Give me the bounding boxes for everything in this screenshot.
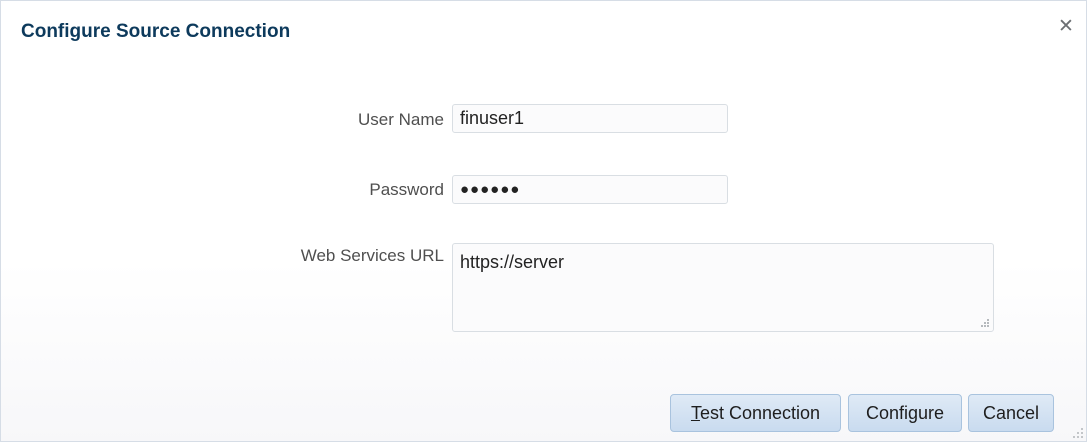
test-connection-label: est Connection: [699, 403, 821, 423]
cancel-button[interactable]: Cancel: [968, 394, 1054, 432]
password-label: Password: [369, 180, 444, 199]
textarea-resize-grip-icon[interactable]: [979, 317, 989, 327]
test-connection-mnemonic: T: [690, 403, 700, 423]
web-services-url-value: https://server: [460, 252, 565, 272]
web-services-url-label: Web Services URL: [300, 246, 444, 265]
close-icon[interactable]: ✕: [1056, 17, 1076, 37]
password-input[interactable]: ●●●●●●: [452, 175, 728, 204]
user-name-input[interactable]: finuser1: [452, 104, 728, 133]
dialog-header: Configure Source Connection ✕: [1, 1, 1086, 59]
dialog-resize-grip-icon[interactable]: [1070, 425, 1084, 439]
configure-source-connection-dialog: Configure Source Connection ✕ User Name …: [0, 0, 1087, 442]
user-name-label: User Name: [358, 110, 444, 129]
test-connection-button[interactable]: Test Connection: [670, 394, 841, 432]
configure-button[interactable]: Configure: [848, 394, 962, 432]
dialog-title: Configure Source Connection: [21, 21, 291, 42]
web-services-url-textarea[interactable]: https://server: [452, 243, 994, 332]
